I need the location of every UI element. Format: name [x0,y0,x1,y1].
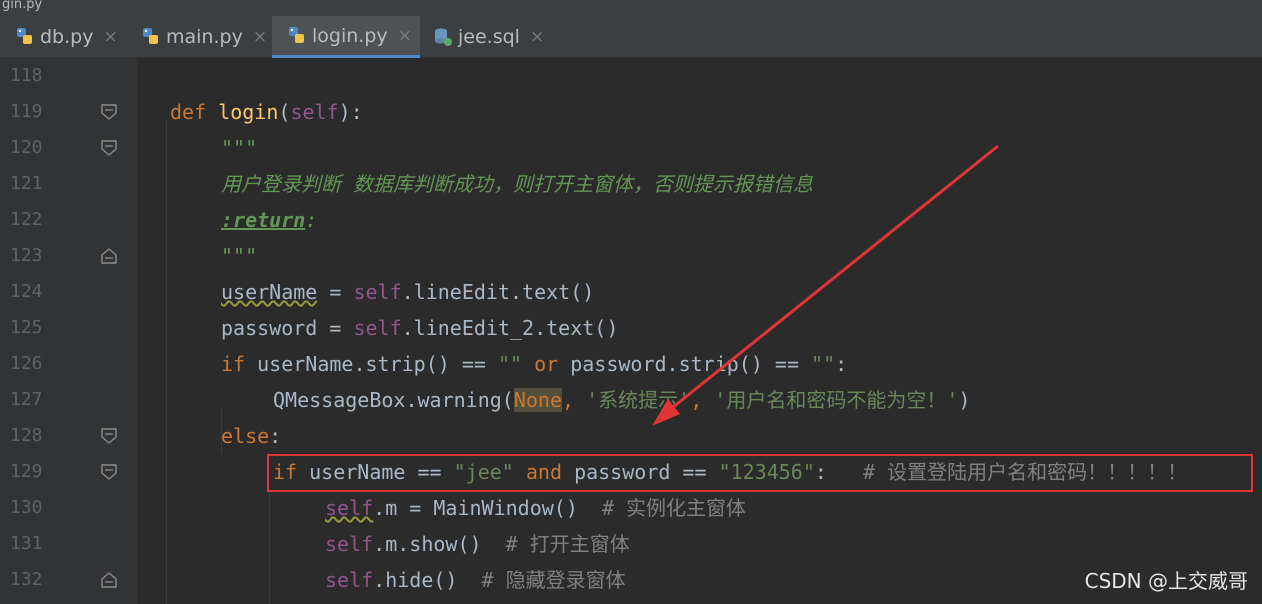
tab-main-py[interactable]: main.py × [140,16,270,58]
tab-label: main.py [166,26,243,48]
tab-label: jee.sql [458,26,520,48]
code-editor[interactable]: 118 119 120 121 122 123 124 125 126 127 … [0,58,1262,604]
python-file-icon [286,25,308,47]
sql-file-icon [432,26,454,48]
close-icon[interactable]: × [398,26,412,46]
tab-login-py[interactable]: login.py × [272,16,420,58]
annotation-arrow-icon [652,144,999,426]
close-icon[interactable]: × [253,27,267,47]
tab-db-py[interactable]: db.py × [14,16,134,58]
close-icon[interactable]: × [103,27,117,47]
close-icon[interactable]: × [530,27,544,47]
python-file-icon [14,26,36,48]
python-file-icon [140,26,162,48]
tab-jee-sql[interactable]: jee.sql × [432,16,552,58]
window-title: gin.py [2,0,43,12]
tab-label: login.py [312,24,388,47]
tab-label: db.py [40,26,94,48]
editor-tab-bar: db.py × main.py × login.py × jee.sql × [0,16,1262,58]
watermark: CSDN @上交威哥 [1084,569,1248,593]
window-title-bar: gin.py [0,0,1262,16]
